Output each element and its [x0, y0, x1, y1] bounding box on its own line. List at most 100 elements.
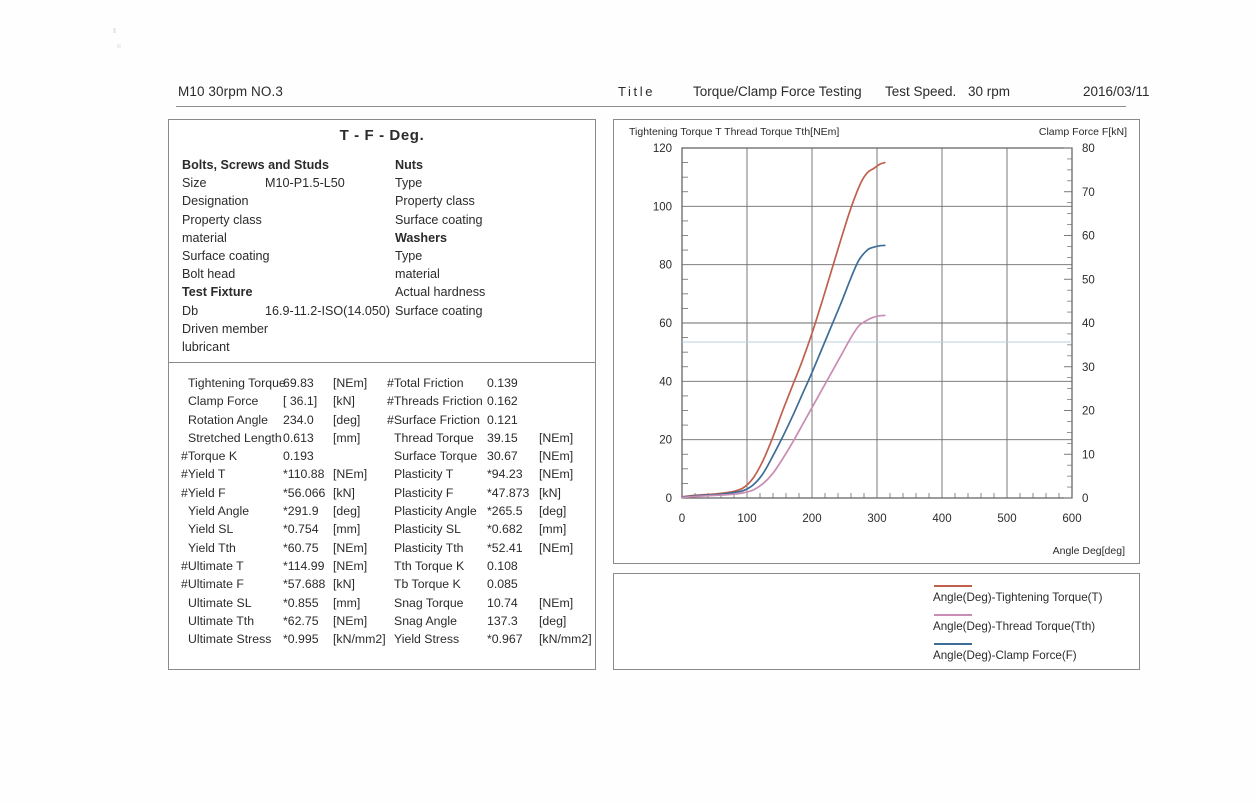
spec-column-nuts: Nuts Type Property class Surface coating Was…: [395, 158, 595, 322]
result-label: #Torque K: [181, 449, 238, 464]
result-value: 0.121: [487, 412, 518, 427]
result-label: Snag Torque: [394, 595, 464, 610]
result-label: #Yield T: [181, 467, 226, 482]
result-label: Tth Torque K: [394, 558, 465, 573]
axis-tick-label: 60: [1082, 231, 1095, 243]
result-row: Rotation Angle 234.0 [deg]: [181, 413, 386, 431]
result-row: Plasticity T *94.23 [NEm]: [387, 467, 597, 485]
result-row: Surface Torque 30.67 [NEm]: [387, 449, 597, 467]
result-label: Ultimate Tth: [188, 613, 255, 628]
header-divider: [176, 106, 1126, 107]
results-column-primary: Tightening Torque 69.83 [NEm] Clamp Force [ …: [181, 376, 386, 650]
result-unit: [deg]: [539, 613, 567, 628]
result-row: Ultimate Stress *0.995 [kN/mm2]: [181, 632, 386, 650]
spec-key: Actual hardness: [395, 285, 486, 300]
legend-label: Angle(Deg)-Tightening Torque(T): [933, 591, 1103, 604]
axis-tick-label: 40: [659, 376, 672, 388]
axis-tick-label: 60: [659, 318, 672, 330]
result-value: 0.139: [487, 376, 518, 390]
spec-row: Size M10-P1.5-L50: [182, 176, 402, 194]
report-page: M10 30rpm NO.3 Title Torque/Clamp Force …: [0, 0, 1255, 804]
result-row: #Surface Friction 0.121: [387, 413, 597, 431]
result-label: Surface Torque: [394, 449, 478, 464]
result-unit: [kN/mm2]: [539, 632, 592, 647]
result-label: Thread Torque: [394, 430, 474, 445]
axis-tick-label: 0: [679, 513, 685, 525]
panel-title: T - F - Deg.: [339, 127, 425, 144]
axis-tick-label: 80: [1082, 143, 1095, 155]
legend-label: Angle(Deg)-Thread Torque(Tth): [933, 620, 1096, 633]
result-label: Yield SL: [188, 522, 234, 537]
legend-item: Angle(Deg)-Clamp Force(F): [931, 641, 1131, 670]
result-value: *52.41: [487, 540, 523, 555]
result-value: 39.15: [487, 430, 518, 445]
result-label: Ultimate Stress: [188, 632, 272, 647]
result-row: #Torque K 0.193: [181, 449, 386, 467]
result-unit: [NEm]: [333, 376, 368, 390]
result-value: 0.108: [487, 558, 518, 573]
result-unit: [kN]: [333, 577, 355, 592]
axis-tick-label: 20: [1082, 406, 1095, 418]
spec-row: Actual hardness: [395, 285, 595, 303]
result-label: Clamp Force: [188, 394, 259, 409]
spec-row: material: [395, 267, 595, 285]
spec-key: Property class: [395, 194, 475, 209]
result-unit: [mm]: [539, 522, 567, 537]
result-value: *0.682: [487, 522, 523, 537]
result-label: #Yield F: [181, 485, 226, 500]
result-row: Plasticity Tth *52.41 [NEm]: [387, 541, 597, 559]
result-label: #Surface Friction: [387, 412, 480, 427]
spec-row: Type: [395, 249, 595, 267]
result-label: Rotation Angle: [188, 412, 268, 427]
spec-key: Size: [182, 176, 207, 191]
result-row: #Yield T *110.88 [NEm]: [181, 467, 386, 485]
result-row: Plasticity F *47.873 [kN]: [387, 486, 597, 504]
result-value: 137.3: [487, 613, 518, 628]
result-label: Tb Torque K: [394, 577, 461, 592]
result-label: #Ultimate T: [181, 558, 244, 573]
result-row: Yield Tth *60.75 [NEm]: [181, 541, 386, 559]
result-value: 0.613: [283, 430, 314, 445]
axis-tick-label: 20: [659, 435, 672, 447]
legend-color-swatch: [934, 614, 972, 616]
spec-key: Type: [395, 248, 423, 263]
axis-tick-label: 80: [659, 260, 672, 272]
axis-tick-label: 500: [997, 513, 1016, 525]
result-value: *94.23: [487, 467, 523, 482]
spec-row: Surface coating: [395, 213, 595, 231]
axis-tick-label: 600: [1062, 513, 1081, 525]
spec-key: Type: [395, 176, 423, 191]
spec-key: Bolts, Screws and Studs: [182, 158, 329, 172]
legend-panel: Angle(Deg)-Tightening Torque(T) Angle(Deg…: [613, 573, 1140, 670]
result-unit: [deg]: [333, 412, 361, 427]
result-unit: [mm]: [333, 522, 361, 537]
spec-row: Surface coating: [182, 249, 402, 267]
axis-tick-label: 400: [932, 513, 951, 525]
spec-key: material: [182, 230, 227, 245]
spec-row: Washers: [395, 231, 595, 249]
result-label: Stretched Length: [188, 430, 282, 445]
result-unit: [NEm]: [539, 467, 574, 482]
result-value: 10.74: [487, 595, 518, 610]
legend-color-swatch: [934, 643, 972, 645]
result-row: #Total Friction 0.139: [387, 376, 597, 394]
axis-tick-label: 300: [867, 513, 886, 525]
result-label: Tightening Torque: [188, 376, 286, 390]
spec-key: material: [395, 267, 440, 282]
result-row: Plasticity Angle *265.5 [deg]: [387, 504, 597, 522]
axis-tick-label: 70: [1082, 187, 1095, 199]
legend-item: Angle(Deg)-Tightening Torque(T): [931, 583, 1131, 612]
result-unit: [kN]: [333, 485, 355, 500]
result-row: Tightening Torque 69.83 [NEm]: [181, 376, 386, 394]
result-unit: [NEm]: [539, 449, 574, 464]
legend-label: Angle(Deg)-Clamp Force(F): [933, 649, 1077, 662]
result-value: *0.967: [487, 632, 523, 647]
result-row: #Ultimate F *57.688 [kN]: [181, 577, 386, 595]
spec-key: Surface coating: [395, 303, 483, 318]
result-unit: [NEm]: [539, 430, 574, 445]
result-label: Yield Stress: [394, 632, 460, 647]
result-value: *60.75: [283, 540, 319, 555]
legend-list: Angle(Deg)-Tightening Torque(T) Angle(Deg…: [931, 583, 1131, 670]
axis-tick-label: 50: [1082, 274, 1095, 286]
result-row: Stretched Length 0.613 [mm]: [181, 431, 386, 449]
